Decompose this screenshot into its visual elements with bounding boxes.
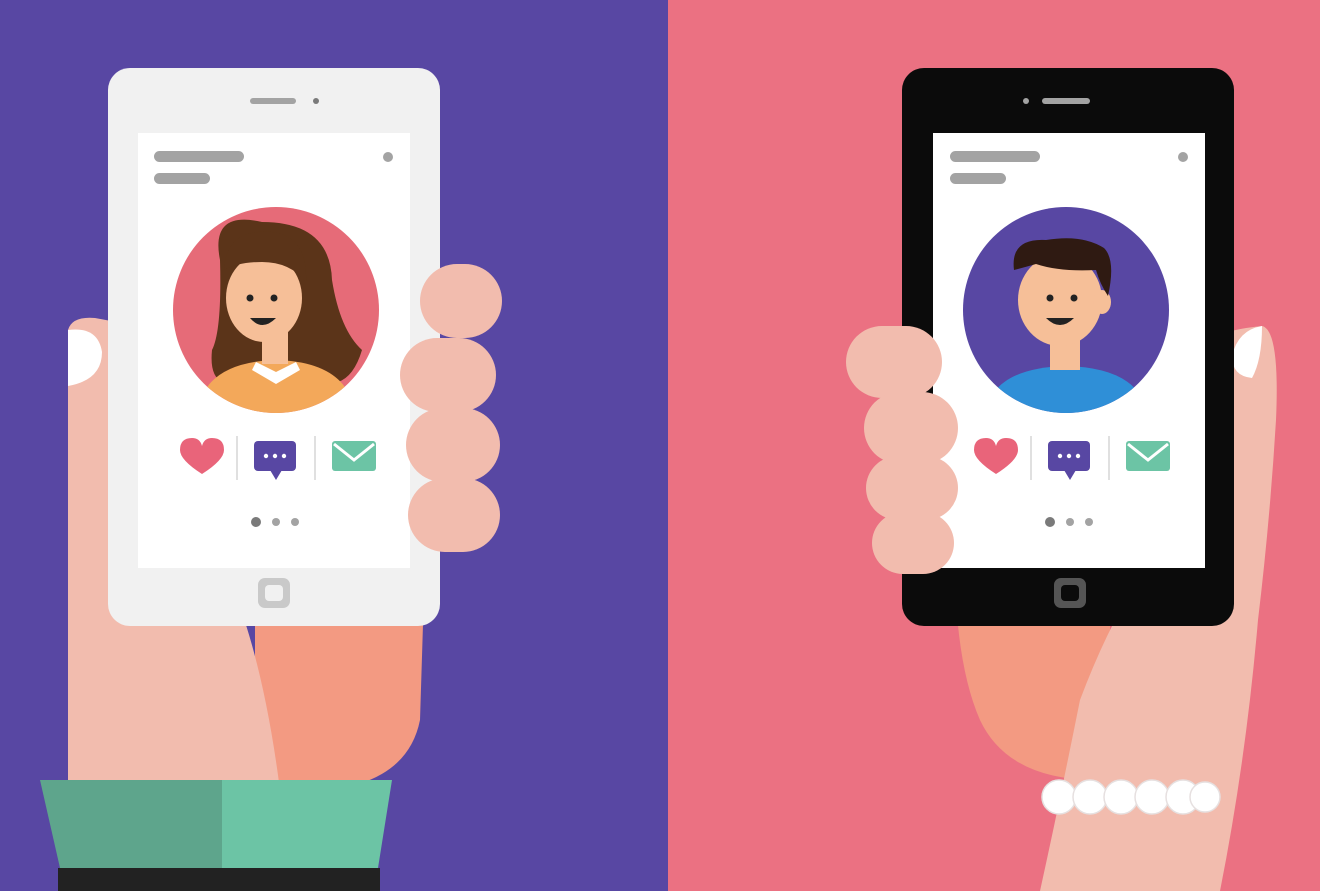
white-phone-camera [313,98,319,104]
pager-dot-active[interactable] [251,517,261,527]
white-phone-speaker [250,98,296,104]
action-divider [1030,436,1032,480]
sleeve-shirt [58,868,380,891]
action-divider [236,436,238,480]
black-phone-camera [1023,98,1029,104]
woman-eye-right [270,294,278,302]
pearl [1041,779,1077,815]
white-phone-home-inner [265,585,283,601]
left-finger-1 [420,264,502,338]
action-divider [314,436,316,480]
green-sleeve-cuff [40,780,392,891]
sleeve-dark [40,780,222,868]
illustration-canvas [0,0,1320,891]
pearl-bracelet [1041,779,1221,815]
woman-eye-left [246,294,254,302]
mail-icon[interactable] [332,441,376,471]
status-dot [383,152,393,162]
pearl [1072,779,1108,815]
right-finger-1 [846,326,942,398]
status-dot [1178,152,1188,162]
man-eye-left [1046,294,1054,302]
profile-subtitle-placeholder [154,173,210,184]
profile-name-placeholder [950,151,1040,162]
action-divider [1108,436,1110,480]
pager-dot[interactable] [1085,518,1093,526]
mail-icon[interactable] [1126,441,1170,471]
profile-name-placeholder [154,151,244,162]
black-phone-speaker [1042,98,1090,104]
dating-app-illustration [0,0,1320,891]
sleeve-light [222,780,392,868]
profile-subtitle-placeholder [950,173,1006,184]
left-finger-3 [406,408,500,482]
man-eye-right [1070,294,1078,302]
pearl [1189,781,1221,813]
left-finger-4 [408,478,500,552]
left-finger-2 [400,338,496,412]
pager-dot[interactable] [272,518,280,526]
pager-dot[interactable] [1066,518,1074,526]
pager-dot[interactable] [291,518,299,526]
pearl [1134,779,1170,815]
right-finger-4 [872,512,954,574]
right-finger-3 [866,456,958,520]
right-finger-2 [864,392,958,464]
black-phone-home-inner [1061,585,1079,601]
pager-dot-active[interactable] [1045,517,1055,527]
white-phone [108,68,440,626]
pearl [1103,779,1139,815]
